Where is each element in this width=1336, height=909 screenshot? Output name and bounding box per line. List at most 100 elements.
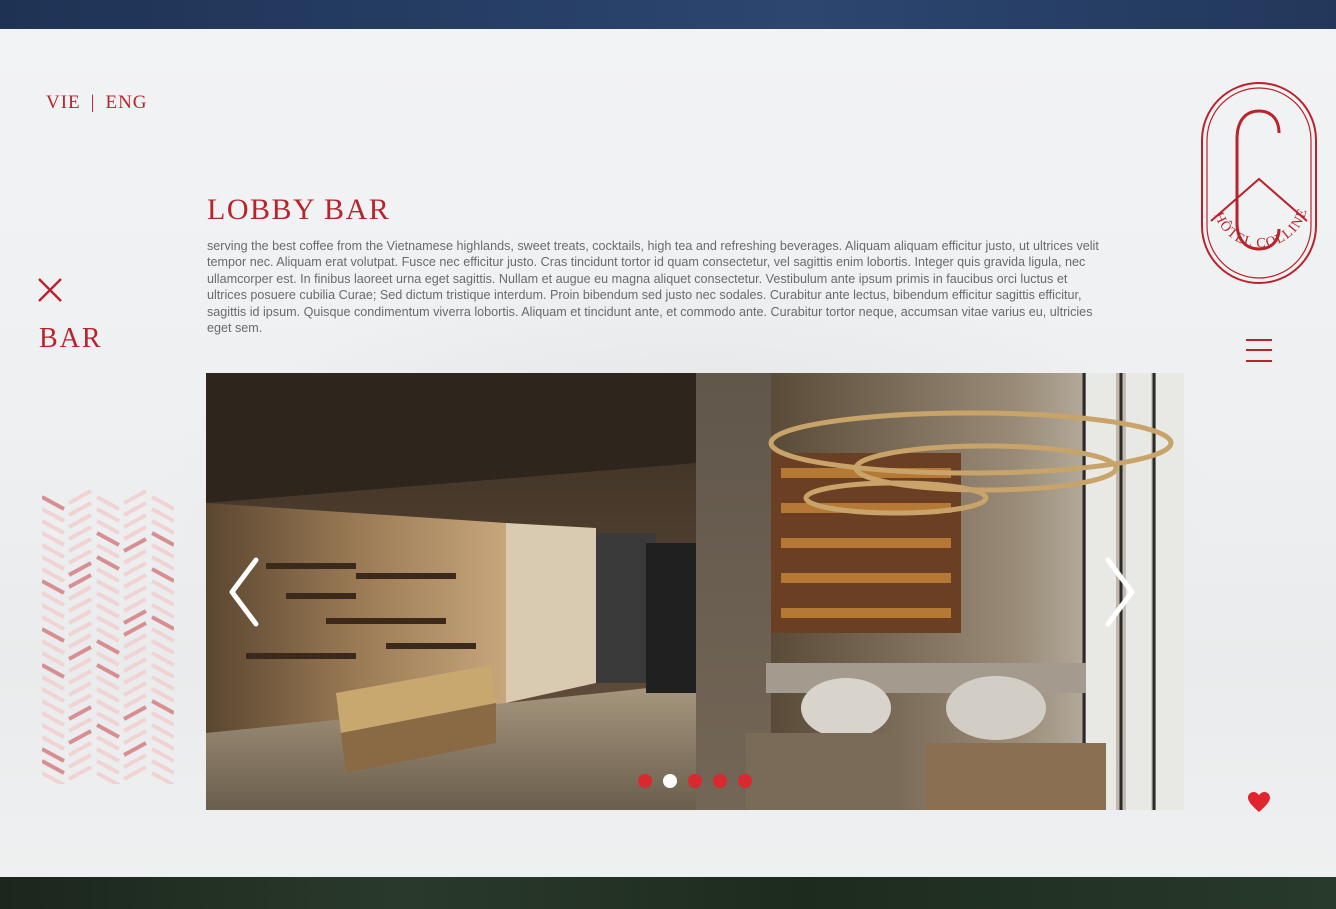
pattern-stroke [42, 495, 65, 511]
language-eng[interactable]: ENG [105, 92, 147, 114]
heart-icon[interactable] [1247, 791, 1271, 813]
pattern-stroke [42, 675, 65, 691]
pattern-stroke [123, 765, 147, 781]
pattern-stroke [96, 675, 120, 691]
pattern-stroke [42, 591, 65, 607]
slider-dots [638, 774, 752, 788]
pattern-stroke [68, 537, 92, 553]
pattern-stroke [96, 663, 120, 679]
pattern-stroke [96, 651, 120, 667]
pattern-stroke [123, 609, 147, 625]
pattern-stroke [123, 753, 147, 769]
pattern-stroke [42, 711, 65, 727]
slider-dot[interactable] [663, 774, 677, 788]
pattern-stroke [123, 741, 147, 757]
pattern-stroke [96, 579, 120, 595]
pattern-stroke [96, 747, 120, 763]
pattern-stroke [151, 711, 174, 727]
pattern-stroke [68, 549, 92, 565]
pattern-stroke [68, 513, 92, 529]
pattern-stroke [68, 645, 92, 661]
page-description: serving the best coffee from the Vietnam… [207, 239, 1099, 336]
pattern-stroke [123, 597, 147, 613]
pattern-stroke [151, 555, 174, 571]
pattern-stroke [151, 687, 174, 703]
pattern-stroke [68, 573, 92, 589]
pattern-stroke [42, 651, 65, 667]
menu-icon[interactable] [1244, 338, 1274, 364]
pattern-stroke [96, 495, 120, 511]
pattern-stroke [151, 543, 174, 559]
hotel-logo[interactable]: HÔTEL COLLINE [1199, 81, 1319, 287]
pattern-stroke [151, 735, 174, 751]
pattern-stroke [96, 567, 120, 583]
pattern-stroke [96, 591, 120, 607]
pattern-stroke [151, 699, 174, 715]
pattern-stroke [42, 747, 65, 763]
pattern-stroke [42, 507, 65, 523]
pattern-stroke [42, 543, 65, 559]
lobby-bar-photo [206, 373, 1184, 810]
pattern-stroke [96, 615, 120, 631]
pattern-stroke [42, 615, 65, 631]
close-icon[interactable] [37, 277, 63, 303]
pattern-stroke [151, 507, 174, 523]
slider-dot[interactable] [713, 774, 727, 788]
pattern-stroke [123, 585, 147, 601]
pattern-stroke [68, 717, 92, 733]
chevron-right-icon[interactable] [1098, 556, 1138, 628]
pattern-stroke [68, 765, 92, 781]
pattern-stroke [68, 741, 92, 757]
pattern-stroke [123, 561, 147, 577]
pattern-stroke [96, 507, 120, 523]
pattern-stroke [96, 543, 120, 559]
pattern-stroke [96, 687, 120, 703]
pattern-stroke [68, 609, 92, 625]
pattern-stroke [123, 513, 147, 529]
pattern-stroke [123, 669, 147, 685]
slider-dot[interactable] [638, 774, 652, 788]
pattern-stroke [96, 555, 120, 571]
pattern-stroke [123, 537, 147, 553]
pattern-stroke [42, 555, 65, 571]
pattern-stroke [123, 645, 147, 661]
pattern-stroke [123, 729, 147, 745]
pattern-stroke [68, 729, 92, 745]
pattern-stroke [96, 771, 120, 784]
pattern-stroke [123, 621, 147, 637]
pattern-stroke [151, 627, 174, 643]
pattern-stroke [123, 681, 147, 697]
language-separator: | [90, 92, 96, 113]
pattern-stroke [123, 717, 147, 733]
pattern-stroke [68, 669, 92, 685]
pattern-stroke [151, 663, 174, 679]
pattern-stroke [96, 639, 120, 655]
pattern-stroke [42, 603, 65, 619]
pattern-stroke [151, 531, 174, 547]
image-slider[interactable] [206, 373, 1184, 810]
slider-dot[interactable] [738, 774, 752, 788]
pattern-stroke [42, 639, 65, 655]
chevron-left-icon[interactable] [226, 556, 266, 628]
top-band [0, 0, 1336, 29]
bottom-band [0, 877, 1336, 909]
pattern-stroke [42, 771, 65, 784]
slider-dot[interactable] [688, 774, 702, 788]
pattern-stroke [96, 723, 120, 739]
pattern-stroke [151, 567, 174, 583]
pattern-stroke [123, 501, 147, 517]
pattern-stroke [42, 567, 65, 583]
pattern-stroke [68, 705, 92, 721]
pattern-stroke [123, 573, 147, 589]
pattern-stroke [123, 489, 147, 505]
pattern-stroke [68, 681, 92, 697]
pattern-stroke [151, 759, 174, 775]
pattern-stroke [42, 699, 65, 715]
language-vie[interactable]: VIE [46, 92, 81, 114]
pattern-stroke [68, 525, 92, 541]
pattern-stroke [96, 711, 120, 727]
pattern-stroke [68, 489, 92, 505]
pattern-stroke [123, 657, 147, 673]
pattern-stroke [151, 675, 174, 691]
pattern-stroke [68, 585, 92, 601]
